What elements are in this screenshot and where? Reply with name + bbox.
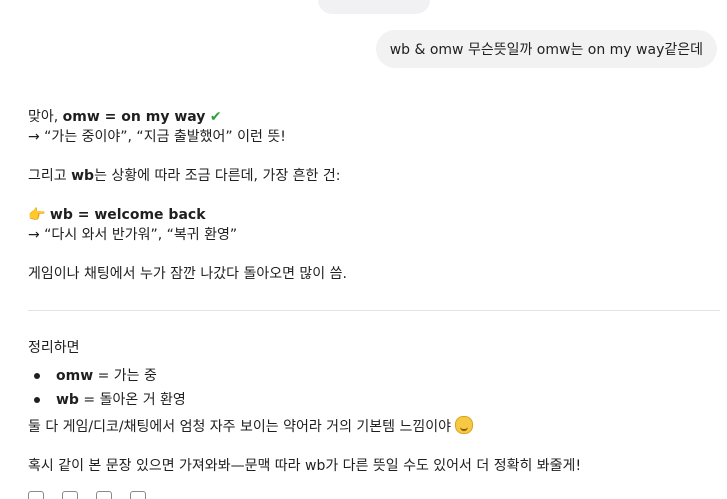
pointing-hand-icon: 👉 — [28, 207, 46, 223]
summary-desc: = 돌아온 거 환영 — [78, 392, 186, 408]
share-icon[interactable] — [130, 491, 146, 499]
thumbs-up-icon[interactable] — [62, 491, 78, 499]
copy-icon[interactable] — [28, 491, 44, 499]
user-message-bubble: wb & omw 무슨뜻일까 omw는 on my way같은데 — [375, 30, 717, 68]
answer-line-4: 👉 wb = welcome back — [28, 205, 720, 225]
list-item: omw = 가는 중 — [34, 364, 720, 388]
answer-line-8: 혹시 같이 본 문장 있으면 가져와봐—문맥 따라 wb가 다른 뜻일 수도 있… — [28, 458, 582, 474]
answer-line-6: 게임이나 채팅에서 누가 잠깐 나갔다 돌아오면 많이 씀. — [28, 266, 347, 282]
answer-line-2: → “가는 중이야”, “지금 출발했어” 이런 뜻! — [28, 129, 286, 145]
previous-message-stub — [318, 0, 430, 14]
grinning-face-icon — [455, 416, 474, 434]
answer-bold-wb: wb — [71, 168, 95, 184]
list-item: wb = 돌아온 거 환영 — [34, 388, 720, 412]
thumbs-down-icon[interactable] — [96, 491, 112, 499]
assistant-answer: 맞아, omw = on my way ✔ → “가는 중이야”, “지금 출발… — [28, 107, 720, 476]
answer-line-7: 둘 다 게임/디코/채팅에서 엄청 자주 보이는 약어라 거의 기본템 느낌이야 — [28, 416, 720, 437]
answer-line-3: 그리고 wb는 상황에 따라 조금 다른데, 가장 흔한 건: — [28, 166, 720, 186]
chat-page: wb & omw 무슨뜻일까 omw는 on my way같은데 맞아, omw… — [0, 0, 727, 499]
answer-text: 는 상황에 따라 조금 다른데, 가장 흔한 건: — [94, 168, 341, 184]
answer-text: 둘 다 게임/디코/채팅에서 엄청 자주 보이는 약어라 거의 기본템 느낌이야 — [28, 419, 452, 435]
answer-bold-omw: omw = on my way — [62, 109, 206, 125]
summary-title: 정리하면 — [28, 340, 80, 356]
answer-text: 그리고 — [28, 168, 72, 184]
answer-line-5: → “다시 와서 반가워”, “복귀 환영” — [28, 227, 238, 243]
message-actions — [28, 491, 146, 499]
check-icon: ✔ — [209, 109, 222, 125]
answer-text: 맞아, — [28, 109, 63, 125]
user-message-text: wb & omw 무슨뜻일까 omw는 on my way같은데 — [389, 42, 703, 58]
answer-line-1: 맞아, omw = on my way ✔ — [28, 107, 720, 127]
answer-bold-wb-meaning: wb = welcome back — [49, 207, 206, 223]
section-divider — [28, 310, 720, 311]
summary-term: omw — [56, 368, 94, 384]
summary-list: omw = 가는 중 wb = 돌아온 거 환영 — [28, 364, 720, 412]
summary-term: wb — [56, 392, 79, 408]
summary-desc: = 가는 중 — [93, 368, 157, 384]
